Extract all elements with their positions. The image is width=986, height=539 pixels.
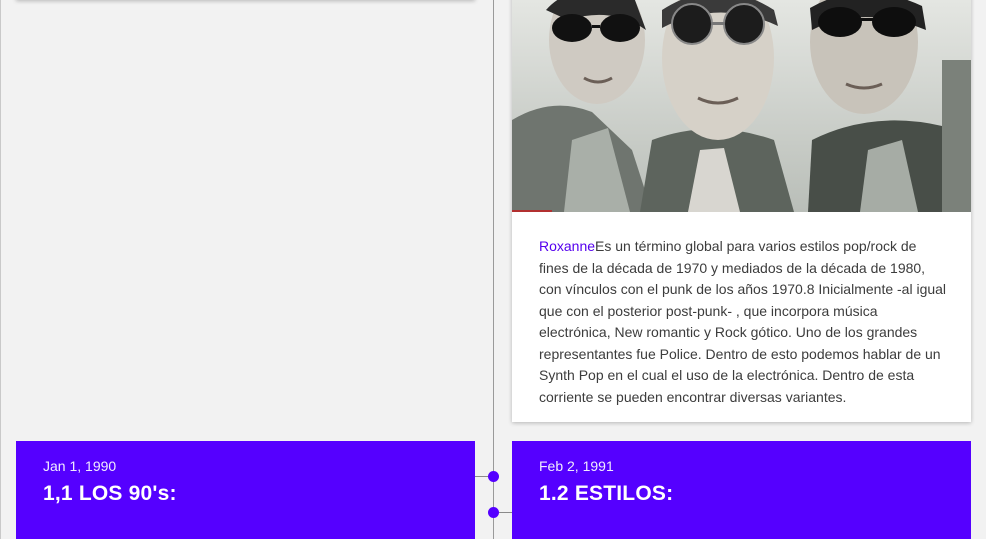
event-date: Feb 2, 1991 <box>539 458 614 474</box>
timeline-dot[interactable] <box>488 507 499 518</box>
description-body: Es un término global para varios estilos… <box>539 238 947 405</box>
timeline-page: RoxanneEs un término global para varios … <box>0 0 986 539</box>
photo-edge <box>512 210 552 212</box>
timeline-dot[interactable] <box>488 471 499 482</box>
event-card-1990[interactable]: Jan 1, 1990 1,1 LOS 90's: <box>16 441 475 539</box>
band-photo[interactable] <box>512 0 971 212</box>
event-title: 1,1 LOS 90's: <box>43 482 177 505</box>
photo-card-description: RoxanneEs un término global para varios … <box>539 236 949 408</box>
timeline-axis <box>493 0 494 539</box>
photo-card[interactable]: RoxanneEs un término global para varios … <box>512 0 971 422</box>
event-date: Jan 1, 1990 <box>43 458 117 474</box>
event-title: 1.2 ESTILOS: <box>539 482 674 505</box>
event-card-1991[interactable]: Feb 2, 1991 1.2 ESTILOS: <box>512 441 971 539</box>
page-edge <box>0 0 1 539</box>
roxanne-link[interactable]: Roxanne <box>539 238 595 254</box>
